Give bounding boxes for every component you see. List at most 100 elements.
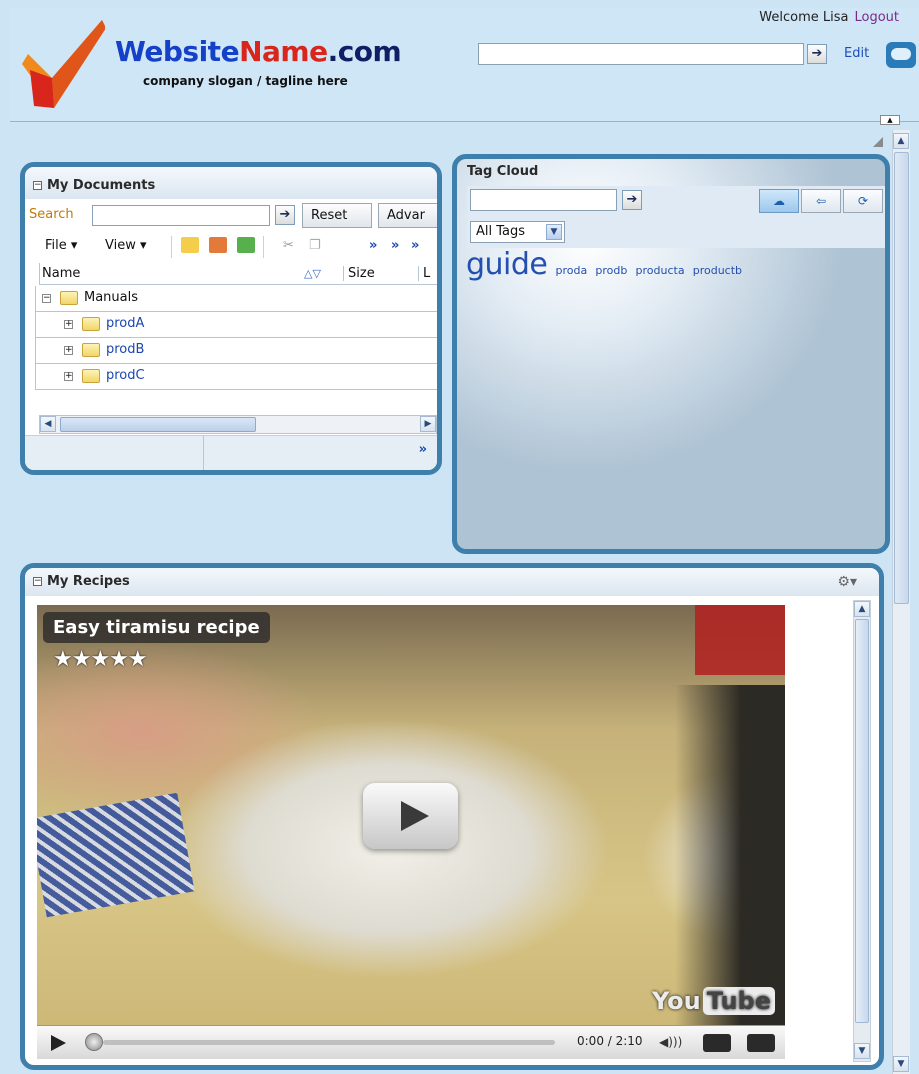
tag-prodb[interactable]: prodb	[595, 264, 627, 277]
footer-divider	[203, 436, 204, 470]
tag-search-go-icon[interactable]: ➔	[622, 190, 642, 210]
file-menu[interactable]: File ▾	[45, 238, 77, 253]
site-name[interactable]: WebsiteName.com	[115, 35, 402, 68]
page-scrollbar-thumb[interactable]	[894, 152, 909, 604]
video-frame-detail	[675, 685, 785, 1025]
video-controls: 0:00 / 2:10 ◀)))	[37, 1025, 785, 1059]
reset-button[interactable]: Reset	[302, 203, 372, 228]
collapse-icon[interactable]: −	[42, 294, 51, 303]
cloud-view-icon[interactable]: ☁	[759, 189, 799, 213]
documents-search-input[interactable]	[92, 205, 270, 226]
tag-search-input[interactable]	[470, 189, 617, 211]
tree-row-manuals[interactable]: − Manuals	[35, 286, 437, 312]
minimize-icon[interactable]: −	[33, 577, 42, 586]
toolbar-overflow-icon[interactable]: »	[369, 238, 377, 253]
my-documents-title: My Documents	[47, 178, 156, 193]
my-recipes-header: − My Recipes	[25, 568, 879, 596]
tree-label: prodA	[106, 316, 145, 331]
video-time: 0:00 / 2:10	[577, 1034, 643, 1048]
scroll-up-icon[interactable]: ▲	[893, 133, 909, 149]
play-overlay-icon[interactable]	[363, 783, 458, 849]
sort-icon[interactable]: △▽	[304, 267, 321, 280]
tag-proda[interactable]: proda	[556, 264, 588, 277]
refresh-icon[interactable]: ⟳	[843, 189, 883, 213]
scroll-down-icon[interactable]: ▼	[893, 1056, 909, 1072]
volume-icon[interactable]: ◀)))	[659, 1035, 682, 1049]
header-collapse-icon[interactable]: ▲	[880, 115, 900, 125]
welcome-text: Welcome Lisa	[759, 10, 849, 25]
my-recipes-title: My Recipes	[47, 574, 130, 589]
fullscreen-icon[interactable]	[747, 1034, 775, 1052]
tag-producta[interactable]: producta	[636, 264, 685, 277]
site-name-part2: Name	[239, 35, 328, 68]
copy-icon[interactable]: ❐	[309, 238, 321, 253]
minimize-icon[interactable]: −	[33, 181, 42, 190]
tree-row-prodb[interactable]: + prodB	[35, 338, 437, 364]
folder-icon	[60, 291, 78, 305]
tag-productb[interactable]: productb	[693, 264, 742, 277]
star-rating[interactable]: ★★★★★	[53, 647, 148, 672]
list-view-icon[interactable]: ⇦	[801, 189, 841, 213]
header-search-input[interactable]	[478, 43, 804, 65]
recipes-scroll-thumb[interactable]	[855, 619, 869, 1023]
scroll-left-icon[interactable]: ◀	[40, 416, 56, 432]
footer-more-icon[interactable]: »	[419, 442, 427, 457]
documents-toolbar: File ▾ View ▾ ✂ ❐ » » »	[25, 229, 437, 263]
chat-icon[interactable]	[886, 42, 916, 68]
documents-search-go-icon[interactable]: ➔	[275, 205, 295, 225]
column-name[interactable]: Name	[42, 266, 80, 281]
tag-filter-select[interactable]: All Tags ▼	[470, 221, 565, 243]
tree-row-prodc[interactable]: + prodC	[35, 364, 437, 390]
toolbar-overflow-icon[interactable]: »	[391, 238, 399, 253]
video-progress-bar[interactable]	[103, 1040, 555, 1045]
tag-list: guide proda prodb producta productb	[466, 247, 742, 282]
toolbar-separator	[263, 236, 264, 258]
scroll-down-icon[interactable]: ▼	[854, 1043, 870, 1059]
tag-filter-value: All Tags	[476, 224, 526, 239]
expand-icon[interactable]: +	[64, 320, 73, 329]
tree-row-proda[interactable]: + prodA	[35, 312, 437, 338]
expand-icon[interactable]: +	[64, 372, 73, 381]
folder-icon	[82, 343, 100, 357]
recipes-scrollbar[interactable]: ▲ ▼	[853, 600, 871, 1062]
my-recipes-portlet: − My Recipes ⚙▾ Easy tiramisu recipe ★★★★…	[20, 563, 884, 1070]
tree-label: prodB	[106, 342, 145, 357]
progress-knob[interactable]	[85, 1033, 103, 1051]
documents-column-header: Name △▽ Size L	[39, 263, 437, 285]
logout-link[interactable]: Logout	[854, 10, 899, 25]
page-scrollbar[interactable]: ▲ ▼	[892, 130, 910, 1074]
tag-guide[interactable]: guide	[466, 247, 548, 282]
youtube-logo[interactable]: You Tube	[652, 987, 775, 1015]
scroll-right-icon[interactable]: ▶	[420, 416, 436, 432]
site-name-part3: .com	[327, 35, 402, 68]
expand-icon[interactable]: +	[64, 346, 73, 355]
chevron-down-icon[interactable]: ▼	[546, 224, 562, 240]
toolbar-overflow-icon[interactable]: »	[411, 238, 419, 253]
column-last[interactable]: L	[418, 266, 430, 281]
new-document-icon[interactable]	[209, 237, 227, 253]
video-title[interactable]: Easy tiramisu recipe	[43, 612, 270, 643]
my-documents-portlet: − My Documents Search ➔ Reset Advar File …	[20, 162, 442, 475]
advanced-button[interactable]: Advar	[378, 203, 437, 228]
column-size[interactable]: Size	[343, 266, 375, 281]
checkmark-logo-icon	[22, 20, 105, 108]
edit-link[interactable]: Edit	[844, 46, 869, 61]
new-folder-icon[interactable]	[181, 237, 199, 253]
scroll-up-icon[interactable]: ▲	[854, 601, 870, 617]
video-player[interactable]: Easy tiramisu recipe ★★★★★ You Tube	[37, 605, 785, 1025]
play-icon[interactable]	[51, 1035, 66, 1051]
tag-cloud-title: Tag Cloud	[467, 164, 539, 179]
folder-icon	[82, 317, 100, 331]
documents-hscrollbar[interactable]: ◀ ▶	[39, 415, 437, 434]
header-search-go-icon[interactable]: ➔	[807, 44, 827, 64]
cut-icon[interactable]: ✂	[283, 238, 294, 253]
my-documents-header: − My Documents	[25, 167, 437, 199]
gear-icon[interactable]: ⚙▾	[837, 574, 857, 590]
hscroll-thumb[interactable]	[60, 417, 256, 432]
youtube-logo-you: You	[651, 987, 701, 1015]
welcome-area: Welcome Lisa Logout	[759, 10, 899, 25]
view-menu[interactable]: View ▾	[105, 238, 147, 253]
size-toggle-icon[interactable]	[703, 1034, 731, 1052]
upload-icon[interactable]	[237, 237, 255, 253]
video-frame-detail	[37, 792, 195, 918]
